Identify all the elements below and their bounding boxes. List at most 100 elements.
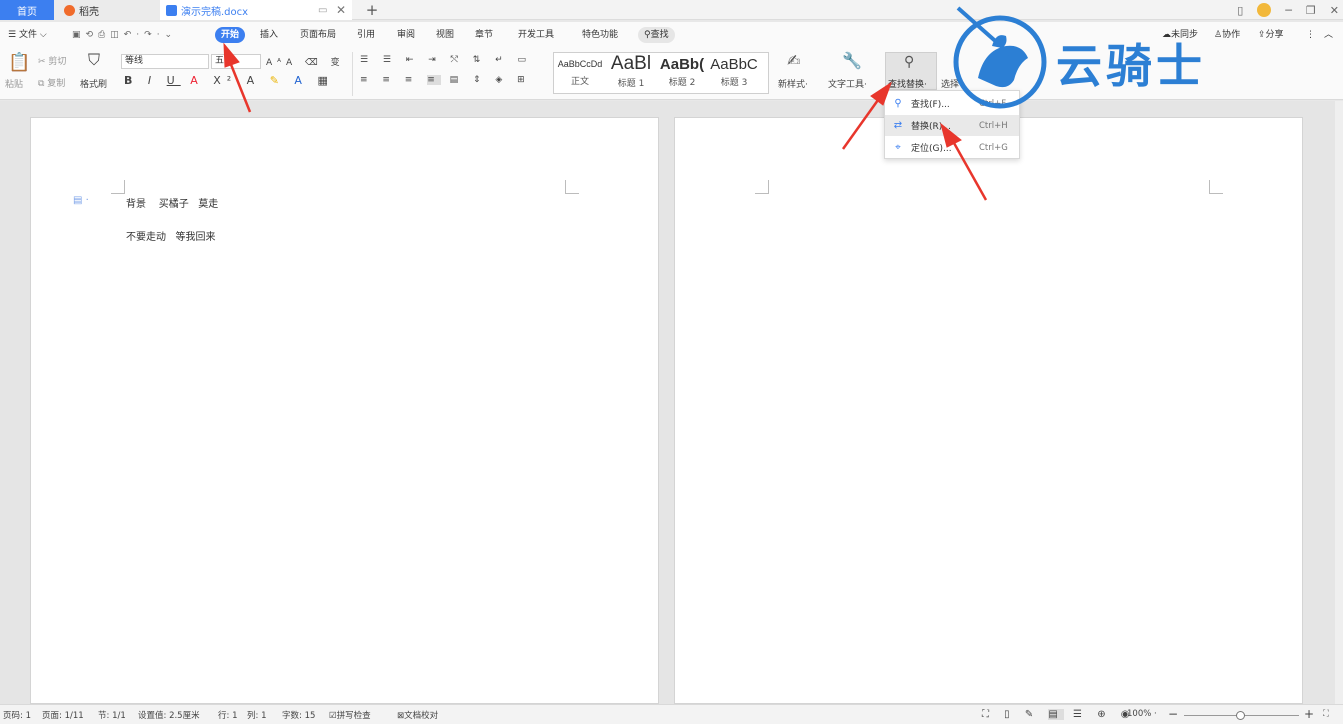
wrench-icon[interactable]: 🔧 bbox=[842, 51, 862, 70]
page-1[interactable]: ▤ · 背景 买橘子 莫走 不要走动 等我回来 bbox=[30, 117, 659, 704]
daoke-icon bbox=[64, 4, 75, 16]
font-name-select[interactable]: 等线 bbox=[121, 54, 209, 69]
paragraph-mark-icon[interactable]: ▤ · bbox=[73, 195, 89, 206]
find-replace-button[interactable]: ⚲ 查找替换· bbox=[885, 52, 937, 90]
watermark-text: 云骑士 bbox=[1056, 39, 1206, 93]
quick-access-icons[interactable]: ▣⟲⎙◫↶·↷·⌄ bbox=[72, 27, 177, 43]
new-style-button[interactable]: 新样式· bbox=[778, 77, 808, 90]
status-section: 节: 1/1 bbox=[98, 711, 126, 721]
font-size-value: 五 bbox=[215, 56, 225, 66]
goto-shortcut: Ctrl+G bbox=[979, 142, 1008, 153]
view-mode-icons[interactable]: ⛶ ▯ ✎ ▤ ☰ ⊕ ◉ bbox=[982, 709, 1135, 720]
new-tab-button[interactable]: + bbox=[360, 0, 384, 20]
menu-search[interactable]: ⚲查找 bbox=[638, 27, 675, 43]
style-h2-preview: AaBb( bbox=[659, 56, 705, 73]
spell-label: 拼写检查 bbox=[336, 711, 371, 721]
zoom-out-icon[interactable]: − bbox=[1168, 707, 1178, 721]
find-replace-text: 查找替换 bbox=[888, 80, 925, 90]
proof-label: 文档校对 bbox=[404, 711, 439, 721]
tab-daoke[interactable]: 稻壳 bbox=[54, 0, 160, 20]
replace-icon: ⇄ bbox=[893, 120, 903, 131]
menu-chapter[interactable]: 章节 bbox=[475, 27, 493, 43]
close-tab-icon[interactable]: ✕ bbox=[336, 3, 346, 17]
format-painter-button[interactable]: 格式刷 bbox=[80, 77, 107, 90]
replace-label: 替换(R)... bbox=[911, 122, 951, 132]
word-doc-icon bbox=[166, 4, 177, 16]
goto-label: 定位(G)... bbox=[911, 144, 952, 154]
zoom-slider-thumb[interactable] bbox=[1236, 711, 1245, 720]
style-heading-3[interactable]: AaBbC 标题 3 bbox=[708, 53, 760, 93]
style-heading-2[interactable]: AaBb( 标题 2 bbox=[656, 53, 708, 93]
format-icons[interactable]: B I U A X² A ✎ A ▦ bbox=[124, 74, 334, 87]
more-icon[interactable]: ⋮ bbox=[1306, 27, 1315, 43]
margin-corner bbox=[111, 180, 125, 194]
tab-home[interactable]: 首页 bbox=[0, 0, 54, 20]
margin-corner bbox=[565, 180, 579, 194]
copy-label: 复制 bbox=[47, 79, 66, 89]
restore-icon[interactable]: ❐ bbox=[1306, 4, 1316, 17]
pin-icon[interactable]: ▭ bbox=[318, 5, 327, 16]
menu-insert[interactable]: 插入 bbox=[260, 27, 278, 43]
spell-check-toggle[interactable]: ☑拼写检查 bbox=[329, 709, 371, 721]
close-window-icon[interactable]: ✕ bbox=[1330, 4, 1339, 17]
format-painter-icon[interactable]: ⛉ bbox=[88, 50, 100, 70]
search-icon: ⚲ bbox=[644, 30, 651, 40]
menu-start[interactable]: 开始 bbox=[215, 27, 246, 43]
tab-home-label: 首页 bbox=[17, 6, 37, 18]
style-normal-preview: AaBbCcDd bbox=[557, 59, 603, 69]
menu-search-label: 查找 bbox=[650, 30, 669, 40]
status-words[interactable]: 字数: 15 bbox=[282, 709, 315, 721]
zoom-in-icon[interactable]: + bbox=[1304, 707, 1314, 721]
zoom-value: 100% bbox=[1127, 709, 1152, 719]
status-col: 列: 1 bbox=[247, 711, 267, 721]
collapse-ribbon-icon[interactable]: ︿ bbox=[1324, 27, 1333, 43]
fit-icon[interactable]: ⛶ bbox=[1323, 709, 1329, 719]
cut-button[interactable]: ✂ 剪切 bbox=[38, 54, 66, 67]
paste-button[interactable]: 粘贴 bbox=[5, 77, 23, 90]
menu-item-goto[interactable]: ⌖ 定位(G)... Ctrl+G bbox=[885, 137, 1019, 158]
knight-logo-icon bbox=[953, 6, 1047, 109]
status-bar: 页码: 1 页面: 1/11 节: 1/1 设置值: 2.5厘米 行: 1 列:… bbox=[0, 704, 1343, 724]
style-h3-label: 标题 3 bbox=[720, 78, 748, 88]
status-pages[interactable]: 页面: 1/11 bbox=[42, 709, 84, 721]
new-style-icon[interactable]: ✍ bbox=[787, 51, 800, 70]
watermark-logo: 云骑士 bbox=[948, 6, 1298, 110]
tab-document[interactable]: 演示完稿.docx ▭ ✕ bbox=[160, 0, 352, 20]
magnifier-icon: ⚲ bbox=[904, 54, 915, 70]
style-normal-label: 正文 bbox=[570, 77, 589, 87]
style-heading-1[interactable]: AaBl 标题 1 bbox=[606, 53, 656, 93]
tab-document-label: 演示完稿.docx bbox=[181, 6, 249, 18]
margin-corner bbox=[755, 180, 769, 194]
style-normal[interactable]: AaBbCcDd 正文 bbox=[554, 53, 606, 93]
menu-view[interactable]: 视图 bbox=[436, 27, 454, 43]
copy-button[interactable]: ⧉ 复制 bbox=[38, 76, 65, 89]
font-size-select[interactable]: 五 bbox=[211, 54, 261, 69]
menu-page-layout[interactable]: 页面布局 bbox=[300, 27, 336, 43]
page-2[interactable] bbox=[674, 117, 1303, 704]
file-menu[interactable]: ☰ 文件 ⌵ bbox=[8, 27, 47, 43]
text-tools-button[interactable]: 文字工具· bbox=[828, 77, 867, 90]
font-tools-icons[interactable]: AᴬA ⌫ 变 bbox=[266, 55, 345, 68]
list-icons[interactable]: ☰ ☰ ⇤ ⇥ ⤲ ⇅ ↵ ▭ bbox=[360, 55, 532, 65]
document-area: ▤ · 背景 买橘子 莫走 不要走动 等我回来 bbox=[0, 101, 1343, 704]
menu-features[interactable]: 特色功能 bbox=[582, 27, 618, 43]
doc-line-1[interactable]: 背景 买橘子 莫走 bbox=[126, 195, 218, 210]
tab-daoke-label: 稻壳 bbox=[79, 6, 99, 18]
zoom-level[interactable]: 100% · bbox=[1127, 709, 1157, 719]
replace-shortcut: Ctrl+H bbox=[979, 120, 1008, 131]
menu-review[interactable]: 审阅 bbox=[397, 27, 415, 43]
status-setting: 设置值: 2.5厘米 bbox=[138, 711, 200, 721]
doc-line-2[interactable]: 不要走动 等我回来 bbox=[126, 228, 216, 243]
align-icons[interactable]: ≡ ≡ ≡ ≡ ▤ ⇕ ◈ ⊞ bbox=[360, 75, 531, 85]
styles-gallery: AaBbCcDd 正文 AaBl 标题 1 AaBb( 标题 2 AaBbC 标… bbox=[553, 52, 769, 94]
checkbox-icon: ☑ bbox=[329, 711, 337, 721]
font-name-value: 等线 bbox=[125, 56, 144, 66]
status-page-code: 页码: 1 bbox=[3, 711, 31, 721]
style-h1-label: 标题 1 bbox=[617, 79, 645, 89]
menu-references[interactable]: 引用 bbox=[357, 27, 375, 43]
vertical-scrollbar[interactable] bbox=[1335, 101, 1343, 704]
menu-developer[interactable]: 开发工具 bbox=[518, 27, 554, 43]
menu-item-replace[interactable]: ⇄ 替换(R)... Ctrl+H bbox=[885, 115, 1019, 136]
paste-icon[interactable]: 📋 bbox=[8, 52, 30, 73]
doc-proof-button[interactable]: ⊠文档校对 bbox=[397, 709, 438, 721]
